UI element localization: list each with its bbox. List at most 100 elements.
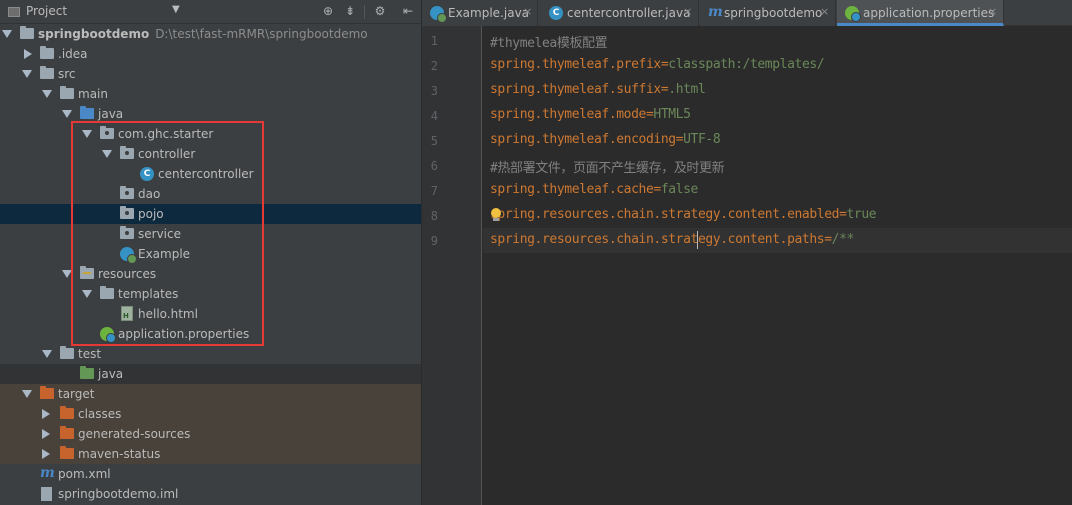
gear-icon[interactable]: ⚙ xyxy=(372,3,388,19)
module-folder-icon xyxy=(20,26,34,39)
tree-row-springbootdemo[interactable]: springbootdemo D:\test\fast-mRMR\springbo… xyxy=(0,24,421,44)
code-line-8[interactable]: spring.resources.chain.strategy.content.… xyxy=(483,203,1072,228)
test-source-folder-icon xyxy=(80,366,94,379)
code-line-1[interactable]: #thymelea模板配置 xyxy=(483,28,1072,53)
close-icon[interactable]: × xyxy=(820,5,829,18)
tree-row-target[interactable]: target xyxy=(0,384,421,404)
property-value: false xyxy=(660,182,699,197)
editor-area: Example.java × C centercontroller.java ×… xyxy=(422,0,1072,505)
line-number: 9 xyxy=(430,234,438,248)
line-number: 4 xyxy=(430,109,438,123)
expand-arrow-icon[interactable] xyxy=(22,70,32,78)
code-line-7[interactable]: spring.thymeleaf.cache=false xyxy=(483,178,1072,203)
property-key: spring.thymeleaf.cache xyxy=(490,182,654,197)
property-value: /** xyxy=(831,232,855,247)
tab-springbootdemo[interactable]: m springbootdemo × xyxy=(700,0,836,26)
code-line-2[interactable]: spring.thymeleaf.prefix=classpath:/templ… xyxy=(483,53,1072,78)
close-icon[interactable]: × xyxy=(683,5,692,18)
tree-label: .idea xyxy=(58,47,88,61)
project-panel-header: Project ▼ ⊕ ⇟ ⚙ ⇤ xyxy=(0,0,421,24)
tree-label: src xyxy=(58,67,76,81)
tab-label: centercontroller.java xyxy=(567,6,691,20)
tree-row-main[interactable]: main xyxy=(0,84,421,104)
tree-row-classes[interactable]: classes xyxy=(0,404,421,424)
tree-row-src[interactable]: src xyxy=(0,64,421,84)
tree-label: classes xyxy=(78,407,122,421)
folder-icon xyxy=(40,66,54,79)
tree-label: generated-sources xyxy=(78,427,191,441)
code-editor[interactable]: #thymelea模板配置 spring.thymeleaf.prefix=cl… xyxy=(483,26,1072,505)
line-number: 1 xyxy=(430,34,438,48)
tree-row-springbootdemo-iml[interactable]: springbootdemo.iml xyxy=(0,484,421,504)
property-value: .html xyxy=(668,82,706,97)
code-line-9[interactable]: spring.resources.chain.strategy.content.… xyxy=(483,228,1072,253)
property-line: spring.resources.chain.strategy.content.… xyxy=(490,207,877,222)
tab-centercontroller-java[interactable]: C centercontroller.java × xyxy=(539,0,699,26)
module-file-icon xyxy=(41,487,52,501)
property-key: spring.thymeleaf.prefix xyxy=(490,57,661,72)
tree-label: java xyxy=(98,367,124,381)
spring-config-icon xyxy=(845,6,861,22)
tree-label: pom.xml xyxy=(58,467,111,481)
code-line-4[interactable]: spring.thymeleaf.mode=HTML5 xyxy=(483,103,1072,128)
code-line-3[interactable]: spring.thymeleaf.suffix=.html xyxy=(483,78,1072,103)
close-icon[interactable]: × xyxy=(988,5,997,18)
lightbulb-icon[interactable] xyxy=(490,208,502,222)
property-value: true xyxy=(846,207,877,222)
tree-label: target xyxy=(58,387,95,401)
tab-label: Example.java xyxy=(448,6,530,20)
expand-arrow-icon[interactable] xyxy=(42,350,52,358)
expand-arrow-icon[interactable] xyxy=(42,90,52,98)
line-number: 8 xyxy=(430,209,438,223)
property-value: UTF-8 xyxy=(683,132,721,147)
comment-text: #热部署文件，页面不产生缓存，及时更新 xyxy=(490,161,725,176)
tab-example-java[interactable]: Example.java × xyxy=(422,0,538,26)
hide-panel-icon[interactable]: ⇤ xyxy=(400,3,416,19)
tree-label: springbootdemo.iml xyxy=(58,487,179,501)
module-path: D:\test\fast-mRMR\springbootdemo xyxy=(155,27,368,41)
tree-row-test-java[interactable]: java xyxy=(0,364,421,384)
source-folder-icon xyxy=(80,106,94,119)
collapse-arrow-icon[interactable] xyxy=(42,409,50,419)
property-value: classpath:/templates/ xyxy=(668,57,825,72)
scroll-from-source-icon[interactable]: ⊕ xyxy=(320,3,336,19)
project-view-icon xyxy=(8,7,20,17)
line-number: 2 xyxy=(430,59,438,73)
excluded-folder-icon xyxy=(40,386,54,399)
tree-row-generated-sources[interactable]: generated-sources xyxy=(0,424,421,444)
project-tool-window: Project ▼ ⊕ ⇟ ⚙ ⇤ springbootdemo D:\test\… xyxy=(0,0,421,505)
tree-row-pom-xml[interactable]: m pom.xml xyxy=(0,464,421,484)
property-key: spring.thymeleaf.mode xyxy=(490,107,646,122)
property-eq: = xyxy=(653,182,661,197)
maven-icon: m xyxy=(708,4,723,20)
expand-arrow-icon[interactable] xyxy=(2,30,12,38)
class-icon: C xyxy=(549,6,563,20)
project-panel-title[interactable]: Project xyxy=(26,4,67,18)
expand-arrow-icon[interactable] xyxy=(22,390,32,398)
property-line: spring.thymeleaf.encoding=UTF-8 xyxy=(490,132,721,147)
close-icon[interactable]: × xyxy=(523,5,532,18)
expand-arrow-icon[interactable] xyxy=(62,110,72,118)
property-key: spring.thymeleaf.suffix xyxy=(490,82,661,97)
property-line: spring.thymeleaf.prefix=classpath:/templ… xyxy=(490,57,825,72)
line-number: 7 xyxy=(430,184,438,198)
header-divider xyxy=(364,5,365,19)
code-line-5[interactable]: spring.thymeleaf.encoding=UTF-8 xyxy=(483,128,1072,153)
comment-text: #thymelea模板配置 xyxy=(490,36,608,51)
property-eq: = xyxy=(839,207,847,222)
collapse-all-icon[interactable]: ⇟ xyxy=(342,3,358,19)
folder-icon xyxy=(60,346,74,359)
tab-application-properties[interactable]: application.properties × xyxy=(837,0,1004,26)
line-number-gutter: 1 2 3 4 5 6 7 8 9 xyxy=(422,26,482,505)
folder-icon xyxy=(40,46,54,59)
chevron-down-icon[interactable]: ▼ xyxy=(172,4,180,15)
tree-label: springbootdemo D:\test\fast-mRMR\springbo… xyxy=(38,27,368,41)
code-line-6[interactable]: #热部署文件，页面不产生缓存，及时更新 xyxy=(483,153,1072,178)
tree-row-test[interactable]: test xyxy=(0,344,421,364)
collapse-arrow-icon[interactable] xyxy=(24,49,32,59)
collapse-arrow-icon[interactable] xyxy=(42,449,50,459)
collapse-arrow-icon[interactable] xyxy=(42,429,50,439)
property-eq: = xyxy=(824,232,832,247)
tree-row-idea[interactable]: .idea xyxy=(0,44,421,64)
tree-row-maven-status[interactable]: maven-status xyxy=(0,444,421,464)
